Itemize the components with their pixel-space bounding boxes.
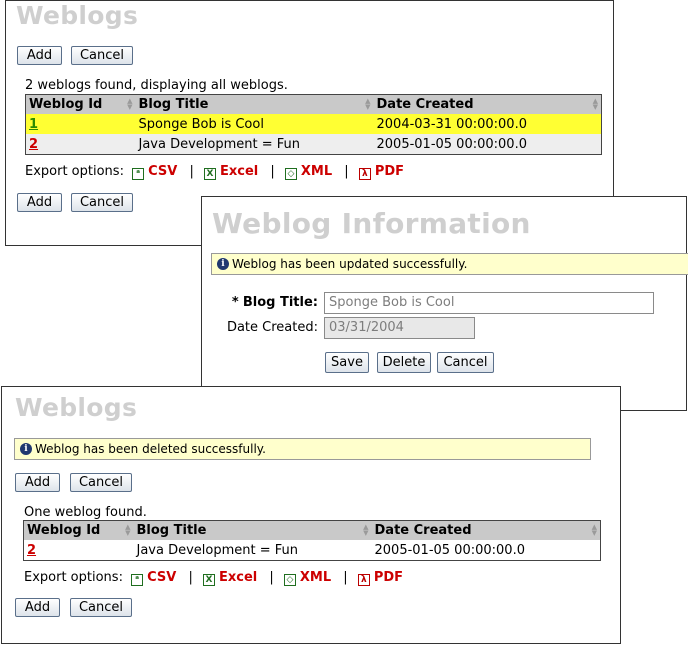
separator: | xyxy=(269,570,274,585)
add-button[interactable]: Add xyxy=(17,46,62,65)
date-created-cell: 2004-03-31 00:00:00.0 xyxy=(373,114,602,134)
blog-title-cell: Sponge Bob is Cool xyxy=(135,114,374,134)
delete-button[interactable]: Delete xyxy=(377,352,431,373)
success-message-text: Weblog has been updated successfully. xyxy=(232,257,468,271)
add-button[interactable]: Add xyxy=(17,193,62,212)
sort-arrows-icon: ▲ ▼ xyxy=(363,523,369,537)
export-options: Export options: ᵃ CSV | X Excel | ◇ XML | λ… xyxy=(25,164,404,180)
export-label: Export options: xyxy=(24,570,123,585)
required-asterisk: * xyxy=(231,295,239,310)
blog-title-cell: Java Development = Fun xyxy=(133,540,372,561)
weblog-id-link[interactable]: 2 xyxy=(29,137,38,152)
export-label: Export options: xyxy=(25,164,124,179)
separator: | xyxy=(344,164,349,179)
weblogs-table: Weblog Id ▲ ▼ Blog Title ▲ ▼ Date Created ▲ ▼ … xyxy=(23,520,601,561)
excel-icon[interactable]: X xyxy=(202,574,215,586)
export-excel-link[interactable]: Excel xyxy=(219,570,257,585)
info-icon: i xyxy=(20,443,32,455)
export-csv-link[interactable]: CSV xyxy=(147,570,176,585)
sort-arrows-icon: ▲ ▼ xyxy=(125,523,131,537)
page-title: Weblogs xyxy=(15,393,138,422)
sort-arrows-icon: ▲ ▼ xyxy=(365,97,371,111)
column-header-weblog-id[interactable]: Weblog Id ▲ ▼ xyxy=(23,520,134,540)
cancel-button[interactable]: Cancel xyxy=(437,352,494,373)
weblog-id-link[interactable]: 1 xyxy=(29,117,38,132)
column-header-date-created[interactable]: Date Created ▲ ▼ xyxy=(371,520,601,540)
date-created-field: 03/31/2004 xyxy=(324,317,475,339)
page-title: Weblogs xyxy=(16,1,139,30)
status-text: One weblog found. xyxy=(24,505,147,520)
table-header-row: Weblog Id ▲ ▼ Blog Title ▲ ▼ Date Created ▲ ▼ xyxy=(25,94,602,114)
weblogs-table: Weblog Id ▲ ▼ Blog Title ▲ ▼ Date Created ▲ ▼ … xyxy=(25,94,602,155)
pdf-icon[interactable]: λ xyxy=(358,168,371,180)
export-xml-link[interactable]: XML xyxy=(301,164,332,179)
column-header-date-created[interactable]: Date Created ▲ ▼ xyxy=(373,94,602,114)
export-options: Export options: ᵃ CSV | X Excel | ◇ XML | λ… xyxy=(24,570,403,586)
column-header-weblog-id[interactable]: Weblog Id ▲ ▼ xyxy=(25,94,136,114)
info-icon: i xyxy=(217,258,229,270)
weblog-id-link[interactable]: 2 xyxy=(27,543,36,558)
export-csv-link[interactable]: CSV xyxy=(148,164,177,179)
date-created-cell: 2005-01-05 00:00:00.0 xyxy=(373,134,602,155)
table-row[interactable]: 2 Java Development = Fun 2005-01-05 00:0… xyxy=(23,540,601,561)
sort-arrows-icon: ▲ ▼ xyxy=(591,523,597,537)
export-excel-link[interactable]: Excel xyxy=(220,164,258,179)
weblogs-list-panel-after-delete: Weblogs i Weblog has been deleted succes… xyxy=(1,386,621,644)
weblog-information-panel: Weblog Information i Weblog has been upd… xyxy=(201,196,688,411)
csv-icon[interactable]: ᵃ xyxy=(131,574,144,586)
success-message: i Weblog has been updated successfully. xyxy=(211,253,688,275)
date-created-cell: 2005-01-05 00:00:00.0 xyxy=(371,540,601,561)
date-created-label: Date Created: xyxy=(226,320,318,335)
separator: | xyxy=(188,570,193,585)
table-header-row: Weblog Id ▲ ▼ Blog Title ▲ ▼ Date Created ▲ ▼ xyxy=(23,520,601,540)
export-pdf-link[interactable]: PDF xyxy=(374,570,403,585)
csv-icon[interactable]: ᵃ xyxy=(132,168,145,180)
column-header-blog-title[interactable]: Blog Title ▲ ▼ xyxy=(133,520,372,540)
add-button[interactable]: Add xyxy=(15,598,60,617)
blog-title-label: * Blog Title: xyxy=(231,295,318,310)
cancel-button[interactable]: Cancel xyxy=(70,473,132,492)
cancel-button[interactable]: Cancel xyxy=(71,46,133,65)
blog-title-cell: Java Development = Fun xyxy=(135,134,374,155)
table-row[interactable]: 1 Sponge Bob is Cool 2004-03-31 00:00:00… xyxy=(25,114,602,134)
pdf-icon[interactable]: λ xyxy=(357,574,370,586)
separator: | xyxy=(189,164,194,179)
separator: | xyxy=(343,570,348,585)
column-header-blog-title[interactable]: Blog Title ▲ ▼ xyxy=(135,94,374,114)
sort-arrows-icon: ▲ ▼ xyxy=(127,97,133,111)
excel-icon[interactable]: X xyxy=(203,168,216,180)
success-message: i Weblog has been deleted successfully. xyxy=(14,438,591,460)
table-row[interactable]: 2 Java Development = Fun 2005-01-05 00:0… xyxy=(25,134,602,155)
save-button[interactable]: Save xyxy=(325,352,369,373)
add-button[interactable]: Add xyxy=(15,473,60,492)
page-title: Weblog Information xyxy=(212,207,531,240)
status-text: 2 weblogs found, displaying all weblogs. xyxy=(25,78,288,93)
blog-title-input[interactable]: Sponge Bob is Cool xyxy=(324,292,654,314)
success-message-text: Weblog has been deleted successfully. xyxy=(35,442,266,456)
xml-icon[interactable]: ◇ xyxy=(284,168,297,180)
separator: | xyxy=(270,164,275,179)
cancel-button[interactable]: Cancel xyxy=(71,193,133,212)
sort-arrows-icon: ▲ ▼ xyxy=(592,97,598,111)
export-xml-link[interactable]: XML xyxy=(300,570,331,585)
cancel-button[interactable]: Cancel xyxy=(70,598,132,617)
export-pdf-link[interactable]: PDF xyxy=(375,164,404,179)
xml-icon[interactable]: ◇ xyxy=(283,574,296,586)
